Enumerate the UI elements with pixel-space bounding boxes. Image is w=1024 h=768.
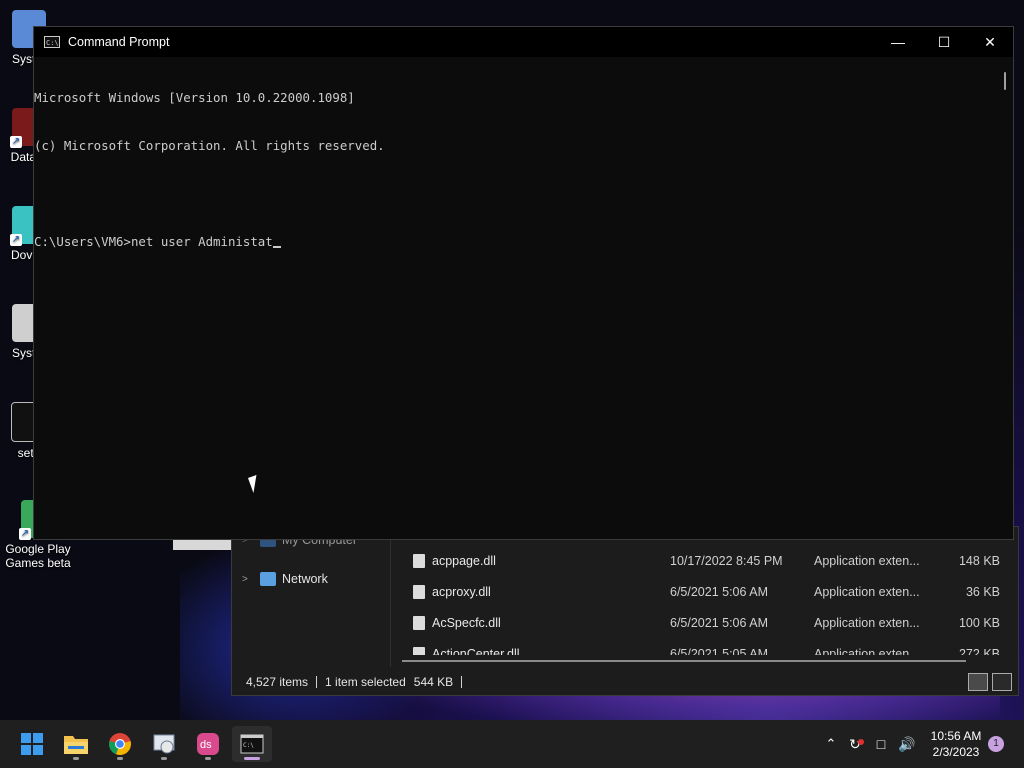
dll-file-icon [413,554,425,568]
chrome-icon [109,733,131,756]
volume-icon[interactable]: 🔊 [894,736,920,753]
svg-text:ds: ds [200,739,212,751]
dll-file-icon [413,647,425,655]
network-icon [260,572,276,586]
dll-file-icon [413,585,425,599]
file-explorer-taskbar-button[interactable] [56,726,96,762]
file-row[interactable]: AcSpecfc.dll 6/5/2021 5:06 AM Applicatio… [392,610,1012,636]
shortcut-arrow-icon: ↗ [10,136,22,148]
chevron-up-icon[interactable]: ⌃ [820,736,842,752]
window-controls: — ☐ ✕ [875,27,1013,57]
file-row[interactable]: acppage.dll 10/17/2022 8:45 PM Applicati… [392,548,1012,574]
clock-date: 2/3/2023 [932,745,980,759]
ds-app-taskbar-button[interactable]: ds [188,726,228,762]
system-tray: ⌃ ↻ □ 🔊 [820,720,920,768]
start-button[interactable] [12,726,52,762]
status-bar: 4,527 items 1 item selected 544 KB [232,669,1018,695]
title-bar[interactable]: C:\ Command Prompt — ☐ ✕ [34,27,1013,57]
command-prompt-window[interactable]: C:\ Command Prompt — ☐ ✕ Microsoft Windo… [33,26,1014,540]
folder-icon [64,736,88,754]
file-date: 10/17/2022 8:45 PM [670,554,783,568]
console-output[interactable]: Microsoft Windows [Version 10.0.22000.10… [34,58,999,536]
file-name: acproxy.dll [432,585,491,599]
console-line: Microsoft Windows [Version 10.0.22000.10… [34,90,355,105]
command-prompt-taskbar-button[interactable]: C:\ [232,726,272,762]
console-line: (c) Microsoft Corporation. All rights re… [34,138,385,153]
file-date: 6/5/2021 5:06 AM [670,585,768,599]
nav-item-network[interactable]: > Network [242,568,328,590]
clock[interactable]: 10:56 AM 2/3/2023 [922,728,990,760]
file-size: 100 KB [958,616,1000,630]
display-icon[interactable]: □ [868,736,894,752]
window-title: Command Prompt [68,35,170,49]
nav-item-label: Network [282,572,328,586]
windows-logo-icon [21,733,43,755]
horizontal-scrollbar[interactable] [402,660,966,662]
file-list[interactable]: acppage.dll 10/17/2022 8:45 PM Applicati… [392,543,1017,655]
view-buttons [968,673,1012,691]
remote-desktop-taskbar-button[interactable] [144,726,184,762]
dll-file-icon [413,616,425,630]
sync-icon[interactable]: ↻ [842,736,868,753]
running-indicator [161,757,167,760]
file-row[interactable]: acproxy.dll 6/5/2021 5:06 AM Application… [392,579,1012,605]
status-item-count: 4,527 items [246,675,309,689]
status-separator [461,676,463,688]
chevron-right-icon[interactable]: > [242,574,260,585]
running-indicator [205,757,211,760]
text-cursor [272,246,281,248]
console-input-line[interactable]: C:\Users\VM6>net user Administat [34,234,999,250]
chrome-taskbar-button[interactable] [100,726,140,762]
file-size: 148 KB [958,554,1000,568]
taskbar: ds C:\ ⌃ ↻ □ 🔊 10:56 AM 2/3/2023 [0,720,1024,768]
file-size: 36 KB [965,585,1000,599]
file-explorer-window[interactable]: > My Computer > Network acppage.dll 10/1… [231,526,1019,696]
running-indicator [244,757,260,760]
file-date: 6/5/2021 5:05 AM [670,647,768,655]
file-name: AcSpecfc.dll [432,616,501,630]
vertical-scrollbar[interactable] [999,58,1011,536]
file-date: 6/5/2021 5:06 AM [670,616,768,630]
ds-app-icon: ds [197,733,219,755]
clock-time: 10:56 AM [930,729,982,743]
file-type: Application exten... [814,616,920,630]
close-button[interactable]: ✕ [967,27,1013,57]
terminal-icon: C:\ [240,734,264,754]
running-indicator [117,757,123,760]
navigation-pane[interactable]: > My Computer > Network [232,527,391,667]
minimize-button[interactable]: — [875,27,921,57]
large-icons-view-icon[interactable] [992,673,1012,691]
desktop-icon-label: Google Play Games beta [5,542,71,570]
file-size: 272 KB [958,647,1000,655]
command-prompt-icon: C:\ [44,36,60,48]
details-view-icon[interactable] [968,673,988,691]
file-name: acppage.dll [432,554,496,568]
scrollbar-thumb[interactable] [1004,72,1006,90]
console-input-text: C:\Users\VM6>net user Administat [34,234,273,249]
shortcut-arrow-icon: ↗ [10,234,22,246]
file-name: ActionCenter.dll [432,647,520,655]
status-size: 544 KB [413,675,454,689]
file-row[interactable]: ActionCenter.dll 6/5/2021 5:05 AM Applic… [392,641,1012,655]
file-type: Application exten... [814,585,920,599]
maximize-button[interactable]: ☐ [921,27,967,57]
svg-text:C:\: C:\ [243,742,254,749]
shortcut-arrow-icon: ↗ [19,528,31,540]
status-selected: 1 item selected [325,675,406,689]
remote-desktop-icon [153,734,175,754]
running-indicator [73,757,79,760]
file-type: Application exten... [814,647,920,655]
notification-badge[interactable]: 1 [988,736,1004,752]
file-type: Application exten... [814,554,920,568]
